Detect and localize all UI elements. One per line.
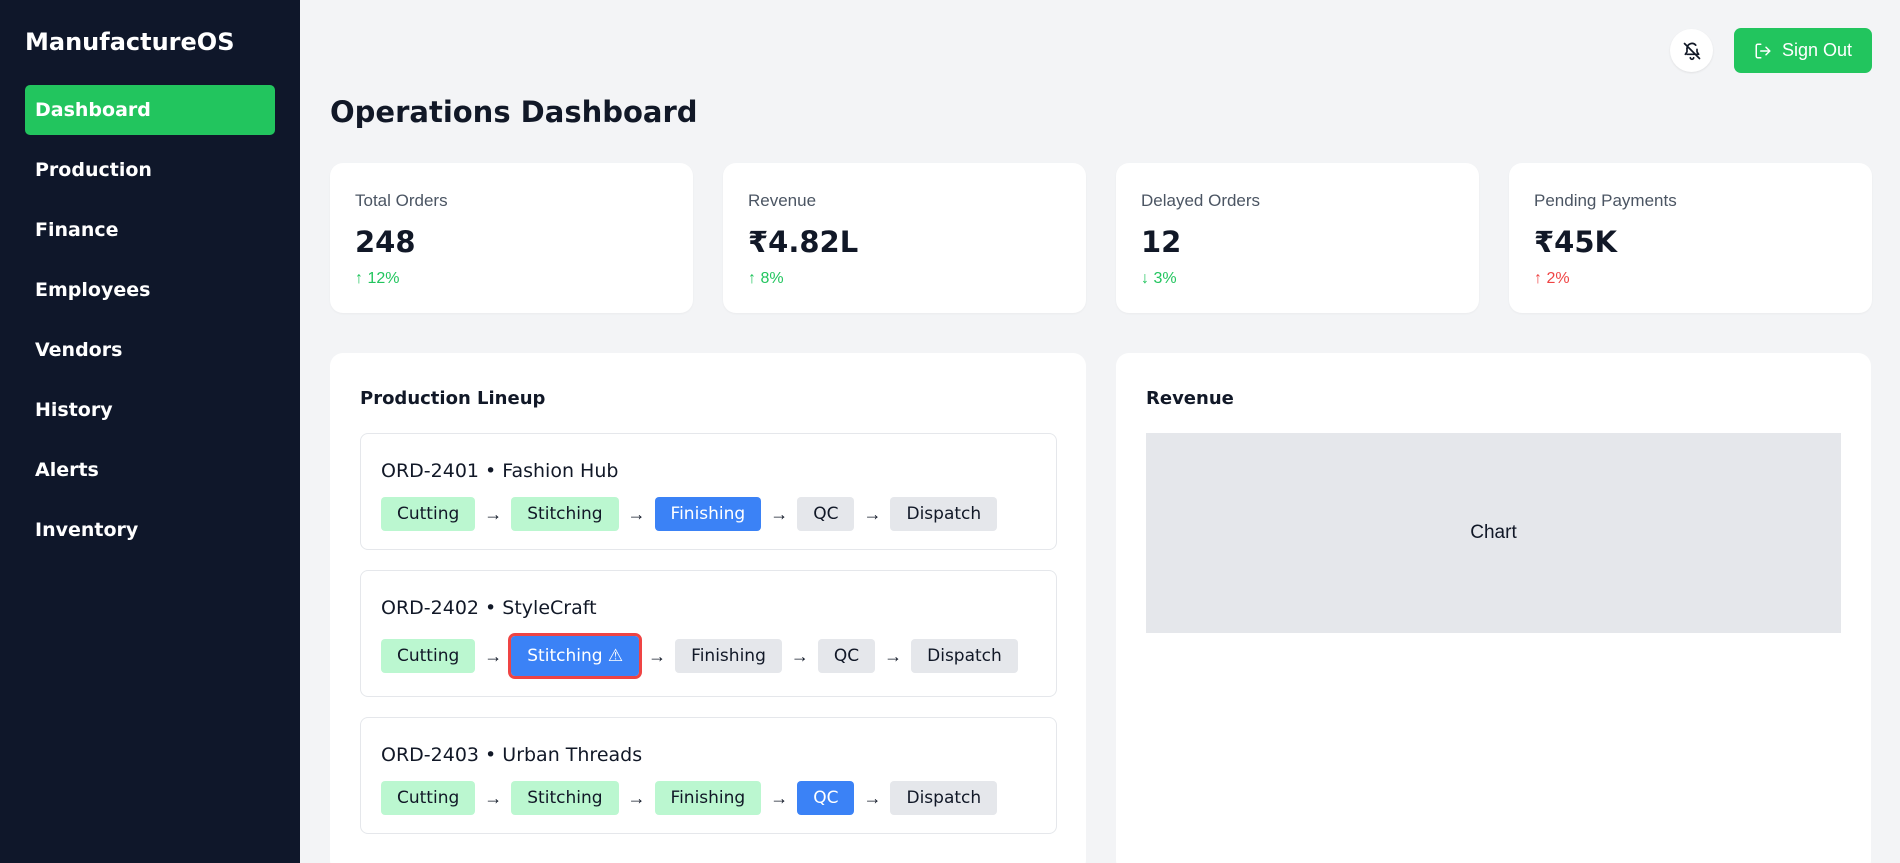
sidebar: ManufactureOS Dashboard Production Finan…	[0, 0, 300, 863]
stat-value: ₹45K	[1534, 225, 1618, 259]
stage-stitching[interactable]: Stitching	[511, 781, 619, 815]
stage-finishing[interactable]: Finishing	[675, 639, 782, 673]
arrow-icon: →	[484, 645, 503, 666]
stage-pipeline: Cutting → Stitching ⚠ → Finishing → QC →…	[381, 633, 1036, 679]
stat-card-total-orders: Total Orders 248 ↑ 12%	[330, 163, 693, 313]
stage-qc[interactable]: QC	[817, 639, 876, 673]
sign-out-icon	[1755, 43, 1771, 58]
stage-stitching[interactable]: Stitching	[511, 497, 619, 531]
stage-stitching-alert[interactable]: Stitching ⚠	[508, 633, 643, 679]
sidebar-item-alerts[interactable]: Alerts	[25, 445, 275, 495]
sign-out-button[interactable]: Sign Out	[1734, 28, 1872, 73]
stage-finishing[interactable]: Finishing	[654, 781, 762, 815]
stage-cutting[interactable]: Cutting	[381, 497, 476, 531]
order-card-ord-2403[interactable]: ORD-2403 • Urban Threads Cutting → Stitc…	[360, 717, 1057, 834]
stage-dispatch[interactable]: Dispatch	[890, 497, 998, 531]
notifications-off-button[interactable]	[1670, 29, 1713, 72]
arrow-icon: →	[627, 787, 646, 808]
sidebar-item-finance[interactable]: Finance	[25, 205, 275, 255]
stage-qc[interactable]: QC	[797, 497, 855, 531]
sign-out-label: Sign Out	[1781, 40, 1853, 60]
arrow-icon: →	[863, 787, 882, 808]
stage-qc[interactable]: QC	[797, 781, 855, 815]
stat-change: ↓ 3%	[1141, 270, 1177, 287]
page-title: Operations Dashboard	[330, 95, 698, 129]
panel-title: Revenue	[1146, 388, 1234, 409]
stage-cutting[interactable]: Cutting	[381, 781, 476, 815]
order-card-ord-2401[interactable]: ORD-2401 • Fashion Hub Cutting → Stitchi…	[360, 433, 1057, 550]
stat-change: ↑ 8%	[748, 270, 784, 287]
stage-pipeline: Cutting → Stitching → Finishing → QC → D…	[381, 781, 1036, 815]
sidebar-item-vendors[interactable]: Vendors	[25, 325, 275, 375]
sidebar-nav: Dashboard Production Finance Employees V…	[25, 85, 275, 555]
stage-pipeline: Cutting → Stitching → Finishing → QC → D…	[381, 497, 1036, 531]
app-brand: ManufactureOS	[25, 28, 235, 56]
revenue-panel: Revenue Chart	[1116, 353, 1871, 863]
arrow-icon: →	[648, 645, 667, 666]
arrow-icon: →	[484, 787, 503, 808]
sidebar-item-production[interactable]: Production	[25, 145, 275, 195]
sidebar-item-history[interactable]: History	[25, 385, 275, 435]
stat-label: Pending Payments	[1534, 191, 1677, 210]
stage-dispatch[interactable]: Dispatch	[911, 639, 1018, 673]
stat-value: 12	[1141, 225, 1182, 259]
order-title: ORD-2402 • StyleCraft	[381, 597, 597, 619]
production-lineup-panel: Production Lineup ORD-2401 • Fashion Hub…	[330, 353, 1086, 863]
order-card-ord-2402[interactable]: ORD-2402 • StyleCraft Cutting → Stitchin…	[360, 570, 1057, 697]
order-title: ORD-2403 • Urban Threads	[381, 744, 643, 766]
revenue-chart-placeholder: Chart	[1146, 433, 1841, 633]
arrow-icon: →	[863, 503, 882, 524]
order-title: ORD-2401 • Fashion Hub	[381, 460, 619, 482]
sidebar-item-dashboard[interactable]: Dashboard	[25, 85, 275, 135]
arrow-icon: →	[770, 503, 789, 524]
stat-card-pending-payments: Pending Payments ₹45K ↑ 2%	[1509, 163, 1872, 313]
panel-title: Production Lineup	[360, 388, 546, 409]
stat-value: ₹4.82L	[748, 225, 859, 259]
stage-finishing[interactable]: Finishing	[654, 497, 762, 531]
notifications-off-icon	[1683, 42, 1700, 60]
sidebar-item-inventory[interactable]: Inventory	[25, 505, 275, 555]
arrow-icon: →	[627, 503, 646, 524]
arrow-icon: →	[484, 503, 503, 524]
stat-label: Total Orders	[355, 191, 448, 210]
arrow-icon: →	[790, 645, 809, 666]
stat-card-delayed-orders: Delayed Orders 12 ↓ 3%	[1116, 163, 1479, 313]
arrow-icon: →	[770, 787, 789, 808]
stat-card-revenue: Revenue ₹4.82L ↑ 8%	[723, 163, 1086, 313]
arrow-icon: →	[884, 645, 903, 666]
stage-cutting[interactable]: Cutting	[381, 639, 476, 673]
stat-label: Delayed Orders	[1141, 191, 1261, 210]
stat-change: ↑ 2%	[1534, 270, 1570, 287]
stat-value: 248	[355, 225, 416, 259]
stat-label: Revenue	[748, 191, 817, 210]
stage-dispatch[interactable]: Dispatch	[890, 781, 998, 815]
stat-change: ↑ 12%	[355, 270, 400, 287]
sidebar-item-employees[interactable]: Employees	[25, 265, 275, 315]
